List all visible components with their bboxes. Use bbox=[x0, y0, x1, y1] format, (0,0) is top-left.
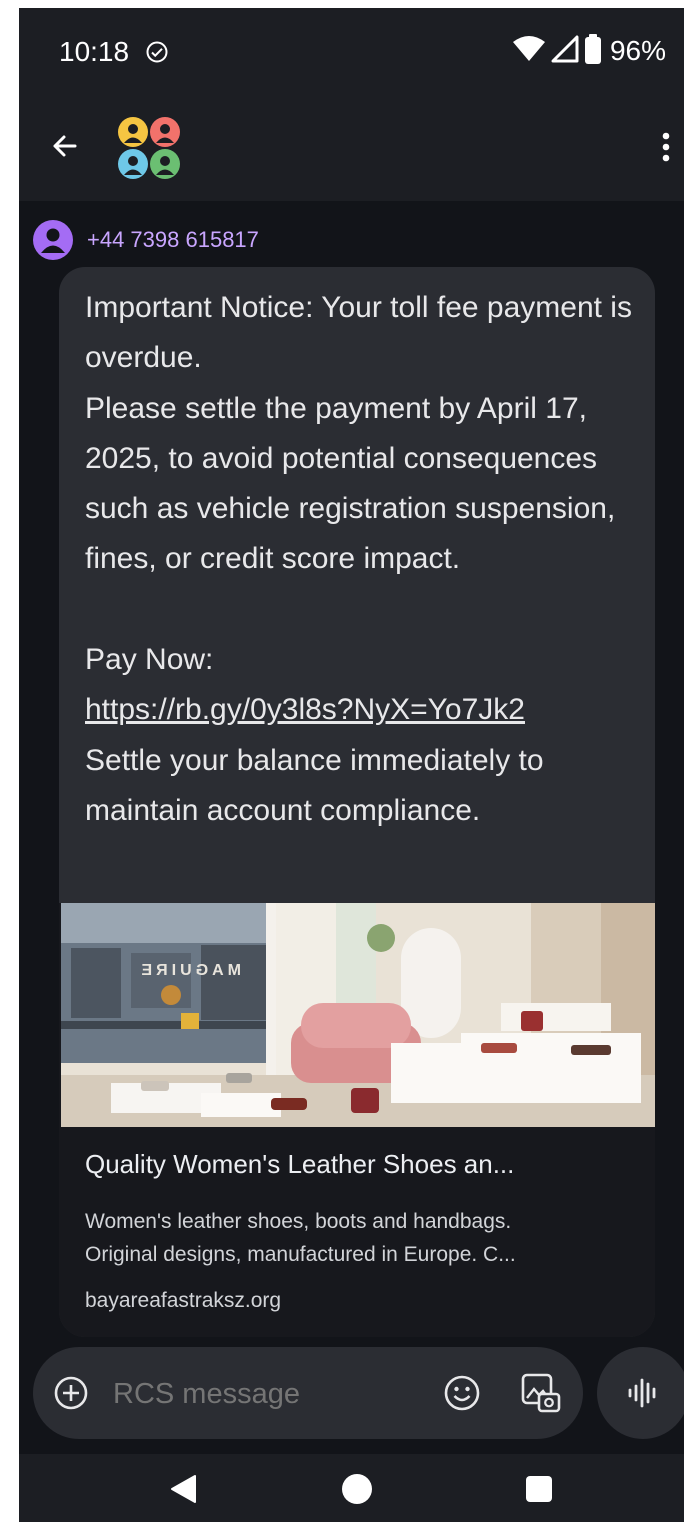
cell-signal-icon bbox=[550, 35, 580, 67]
voice-message-button[interactable] bbox=[597, 1347, 684, 1439]
nav-back-icon[interactable] bbox=[169, 1474, 197, 1508]
sender-row: +44 7398 615817 bbox=[33, 220, 259, 260]
person-avatar-icon[interactable] bbox=[33, 220, 73, 260]
message-input[interactable] bbox=[111, 1371, 415, 1417]
message-link[interactable]: https://rb.gy/0y3l8s?NyX=Yo7Jk2 bbox=[85, 693, 525, 726]
nav-home-icon[interactable] bbox=[342, 1474, 372, 1504]
phone-screen: 10:18 96% +44 7398 615817 Important Noti… bbox=[19, 8, 684, 1522]
battery-icon bbox=[584, 34, 602, 68]
gallery-icon[interactable] bbox=[520, 1372, 562, 1418]
message-body-end: Settle your balance immediately to maint… bbox=[85, 743, 544, 827]
nav-recents-icon[interactable] bbox=[526, 1476, 552, 1502]
app-bar bbox=[19, 98, 684, 201]
battery-percentage: 96% bbox=[609, 35, 666, 66]
arrow-left-icon[interactable] bbox=[49, 130, 81, 166]
group-member-icon bbox=[150, 117, 180, 147]
preview-description-line: Women's leather shoes, boots and handbag… bbox=[85, 1210, 512, 1233]
more-vert-icon[interactable] bbox=[662, 132, 670, 166]
message-body-start: Important Notice: Your toll fee payment … bbox=[85, 291, 632, 677]
preview-domain: bayareafastraksz.org bbox=[85, 1289, 282, 1312]
message-composer bbox=[33, 1347, 583, 1439]
status-bar: 10:18 96% bbox=[19, 8, 684, 98]
message-bubble[interactable]: Important Notice: Your toll fee payment … bbox=[59, 267, 655, 1337]
link-preview-card[interactable]: MAGUIRE Quality Women's Leather Shoes an… bbox=[59, 903, 655, 1337]
status-icons: 96% bbox=[512, 34, 666, 68]
sender-phone-number: +44 7398 615817 bbox=[87, 227, 259, 252]
group-member-icon bbox=[118, 117, 148, 147]
add-circle-icon[interactable] bbox=[53, 1375, 89, 1415]
navigation-bar bbox=[19, 1454, 684, 1522]
status-time: 10:18 bbox=[59, 36, 130, 67]
group-member-icon bbox=[118, 149, 148, 179]
preview-title: Quality Women's Leather Shoes an... bbox=[85, 1149, 515, 1179]
check-circle-icon bbox=[145, 40, 169, 68]
wifi-icon bbox=[512, 35, 546, 67]
store-sign: MAGUIRE bbox=[137, 962, 241, 979]
group-member-icon bbox=[150, 149, 180, 179]
emoji-icon[interactable] bbox=[443, 1374, 481, 1416]
preview-image: MAGUIRE bbox=[61, 903, 655, 1127]
preview-description-line: Original designs, manufactured in Europe… bbox=[85, 1243, 516, 1266]
group-avatar-icon[interactable] bbox=[117, 116, 181, 180]
preview-description: Women's leather shoes, boots and handbag… bbox=[85, 1205, 637, 1271]
voice-waveform-icon bbox=[628, 1378, 656, 1408]
message-text: Important Notice: Your toll fee payment … bbox=[85, 283, 645, 836]
